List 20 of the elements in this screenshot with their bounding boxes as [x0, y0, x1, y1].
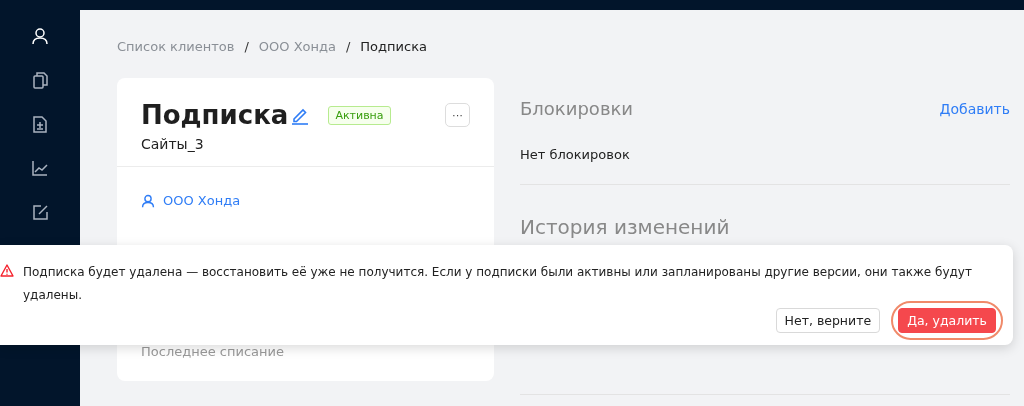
warning-icon: [0, 264, 14, 277]
breadcrumb-link[interactable]: Список клиентов: [117, 39, 235, 54]
status-badge: Активна: [328, 105, 391, 125]
empty-text: Нет блокировок: [520, 147, 631, 162]
subscription-title: Подписка: [141, 100, 289, 130]
subscription-name: Сайты_3: [141, 136, 205, 152]
breadcrumb-link[interactable]: Подписка: [360, 39, 427, 54]
section-title: История изменений: [520, 215, 731, 239]
breadcrumb-separator: /: [244, 39, 249, 54]
cancel-button[interactable]: Нет, верните: [775, 308, 881, 333]
last-charge-label: Последнее списание: [141, 344, 285, 359]
breadcrumb-link[interactable]: ООО Хонда: [258, 39, 336, 54]
more-button[interactable]: ···: [445, 103, 470, 127]
delete-button[interactable]: Да, удалить: [898, 308, 996, 333]
user-icon: [141, 193, 155, 208]
client-link[interactable]: ООО Хонда: [141, 193, 470, 208]
add-link[interactable]: Добавить: [939, 100, 1010, 117]
section-title: Блокировки: [520, 98, 634, 119]
breadcrumb-separator: /: [345, 39, 351, 54]
confirm-message: Подписка будет удалена — восстановить её уже не получится. Если у подписки были активны или запланированы другие версии, они также будут удалены.: [23, 264, 973, 304]
